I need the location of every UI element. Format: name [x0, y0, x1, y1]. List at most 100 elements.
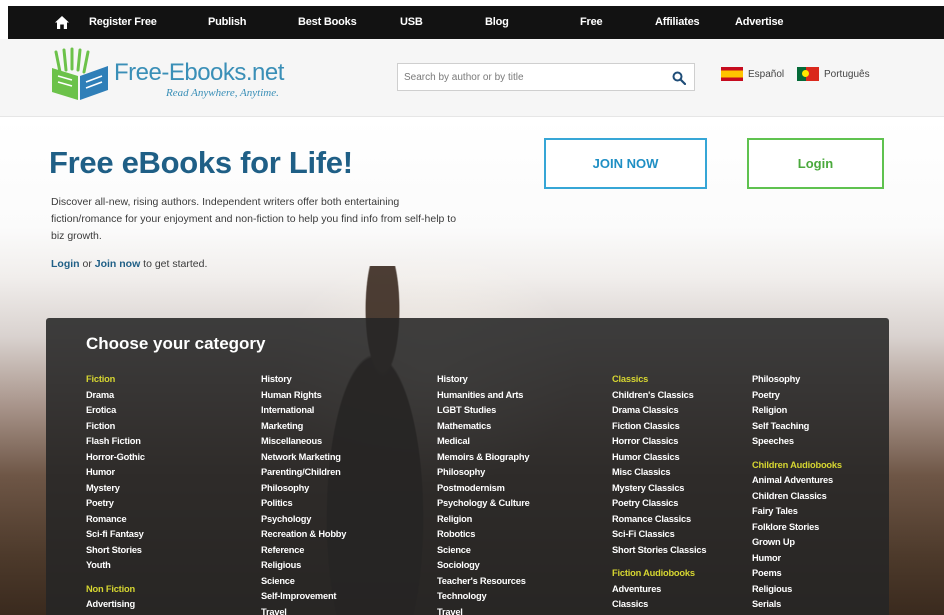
- category-heading-fiction[interactable]: Fiction: [86, 372, 145, 388]
- category-heading-children-audiobooks[interactable]: Children Audiobooks: [752, 458, 842, 474]
- search-input[interactable]: [404, 68, 659, 86]
- category-link[interactable]: Psychology & Culture: [437, 496, 530, 512]
- category-link[interactable]: Serials: [752, 597, 842, 613]
- category-column-3: History Humanities and Arts LGBT Studies…: [437, 372, 530, 615]
- category-link[interactable]: Humor: [86, 465, 145, 481]
- category-link[interactable]: Humor: [752, 551, 842, 567]
- category-link[interactable]: History: [261, 372, 346, 388]
- nav-usb[interactable]: USB: [400, 6, 423, 39]
- category-link[interactable]: Misc Classics: [612, 465, 706, 481]
- nav-affiliates[interactable]: Affiliates: [655, 6, 700, 39]
- category-link[interactable]: Short Stories Classics: [612, 543, 706, 559]
- search-icon[interactable]: [672, 71, 686, 85]
- category-link[interactable]: Erotica: [86, 403, 145, 419]
- category-link[interactable]: Postmodernism: [437, 481, 530, 497]
- category-link[interactable]: Poetry: [86, 496, 145, 512]
- category-link[interactable]: Network Marketing: [261, 450, 346, 466]
- category-link[interactable]: Politics: [261, 496, 346, 512]
- category-link[interactable]: Travel: [261, 605, 346, 615]
- nav-advertise[interactable]: Advertise: [735, 6, 784, 39]
- category-link[interactable]: LGBT Studies: [437, 403, 530, 419]
- login-link[interactable]: Login: [51, 258, 80, 270]
- category-link[interactable]: Technology: [437, 589, 530, 605]
- category-link[interactable]: Travel: [437, 605, 530, 615]
- category-link[interactable]: Medical: [437, 434, 530, 450]
- join-now-link[interactable]: Join now: [95, 258, 141, 270]
- category-link[interactable]: Adventures: [612, 582, 706, 598]
- category-link[interactable]: Children Classics: [752, 489, 842, 505]
- category-link[interactable]: Science: [437, 543, 530, 559]
- hero-section: Free eBooks for Life! Discover all-new, …: [0, 118, 944, 615]
- category-link[interactable]: Folklore Stories: [752, 520, 842, 536]
- category-link[interactable]: Romance: [86, 512, 145, 528]
- category-link[interactable]: Classics: [612, 597, 706, 613]
- category-link[interactable]: Poetry Classics: [612, 496, 706, 512]
- category-link[interactable]: Fiction: [86, 419, 145, 435]
- category-link[interactable]: Religion: [437, 512, 530, 528]
- category-heading-non-fiction[interactable]: Non Fiction: [86, 582, 145, 598]
- category-link[interactable]: Marketing: [261, 419, 346, 435]
- category-link[interactable]: Philosophy: [752, 372, 842, 388]
- join-now-button[interactable]: JOIN NOW: [544, 138, 707, 189]
- open-book-logo-icon[interactable]: [50, 46, 110, 100]
- logo-wordmark[interactable]: Free-Ebooks.net: [114, 59, 284, 87]
- category-link[interactable]: Flash Fiction: [86, 434, 145, 450]
- category-heading-classics[interactable]: Classics: [612, 372, 706, 388]
- nav-free[interactable]: Free: [580, 6, 603, 39]
- category-link[interactable]: Sci-Fi Classics: [612, 527, 706, 543]
- category-link[interactable]: Mystery Classics: [612, 481, 706, 497]
- category-link[interactable]: Drama: [86, 388, 145, 404]
- category-link[interactable]: Science: [261, 574, 346, 590]
- category-link[interactable]: Grown Up: [752, 535, 842, 551]
- category-link[interactable]: Youth: [86, 558, 145, 574]
- category-link[interactable]: Self-Improvement: [261, 589, 346, 605]
- category-link[interactable]: Fairy Tales: [752, 504, 842, 520]
- nav-blog[interactable]: Blog: [485, 6, 509, 39]
- top-navigation-bar: Register Free Publish Best Books USB Blo…: [8, 6, 944, 39]
- category-panel-title: Choose your category: [86, 334, 266, 353]
- category-link[interactable]: Sociology: [437, 558, 530, 574]
- category-link[interactable]: Robotics: [437, 527, 530, 543]
- category-link[interactable]: Religion: [752, 403, 842, 419]
- category-link[interactable]: Short Stories: [86, 543, 145, 559]
- login-button[interactable]: Login: [747, 138, 884, 189]
- category-link[interactable]: Children's Classics: [612, 388, 706, 404]
- nav-best-books[interactable]: Best Books: [298, 6, 357, 39]
- category-link[interactable]: Parenting/Children: [261, 465, 346, 481]
- category-link[interactable]: Memoirs & Biography: [437, 450, 530, 466]
- category-heading-fiction-audiobooks[interactable]: Fiction Audiobooks: [612, 566, 706, 582]
- category-link[interactable]: Religious: [261, 558, 346, 574]
- language-portuguese[interactable]: Português: [797, 67, 870, 81]
- category-link[interactable]: Psychology: [261, 512, 346, 528]
- category-link[interactable]: Mystery: [86, 481, 145, 497]
- category-link[interactable]: Romance Classics: [612, 512, 706, 528]
- category-link[interactable]: Miscellaneous: [261, 434, 346, 450]
- category-link[interactable]: Sci-fi Fantasy: [86, 527, 145, 543]
- category-link[interactable]: Philosophy: [261, 481, 346, 497]
- category-link[interactable]: Self Teaching: [752, 419, 842, 435]
- language-spanish[interactable]: Español: [721, 67, 784, 81]
- category-link[interactable]: Humor Classics: [612, 450, 706, 466]
- category-link[interactable]: Humanities and Arts: [437, 388, 530, 404]
- category-link[interactable]: Religious: [752, 582, 842, 598]
- category-link[interactable]: Fiction Classics: [612, 419, 706, 435]
- category-link[interactable]: Animal Adventures: [752, 473, 842, 489]
- category-link[interactable]: Human Rights: [261, 388, 346, 404]
- category-link[interactable]: International: [261, 403, 346, 419]
- category-link[interactable]: Speeches: [752, 434, 842, 450]
- category-link[interactable]: History: [437, 372, 530, 388]
- category-link[interactable]: Advertising: [86, 597, 145, 613]
- nav-register-free[interactable]: Register Free: [89, 6, 157, 39]
- category-link[interactable]: Poetry: [752, 388, 842, 404]
- category-link[interactable]: Teacher's Resources: [437, 574, 530, 590]
- category-link[interactable]: Mathematics: [437, 419, 530, 435]
- nav-publish[interactable]: Publish: [208, 6, 247, 39]
- category-link[interactable]: Recreation & Hobby: [261, 527, 346, 543]
- category-link[interactable]: Horror-Gothic: [86, 450, 145, 466]
- category-link[interactable]: Horror Classics: [612, 434, 706, 450]
- category-link[interactable]: Reference: [261, 543, 346, 559]
- category-link[interactable]: Poems: [752, 566, 842, 582]
- home-icon[interactable]: [54, 15, 70, 30]
- category-link[interactable]: Philosophy: [437, 465, 530, 481]
- category-link[interactable]: Drama Classics: [612, 403, 706, 419]
